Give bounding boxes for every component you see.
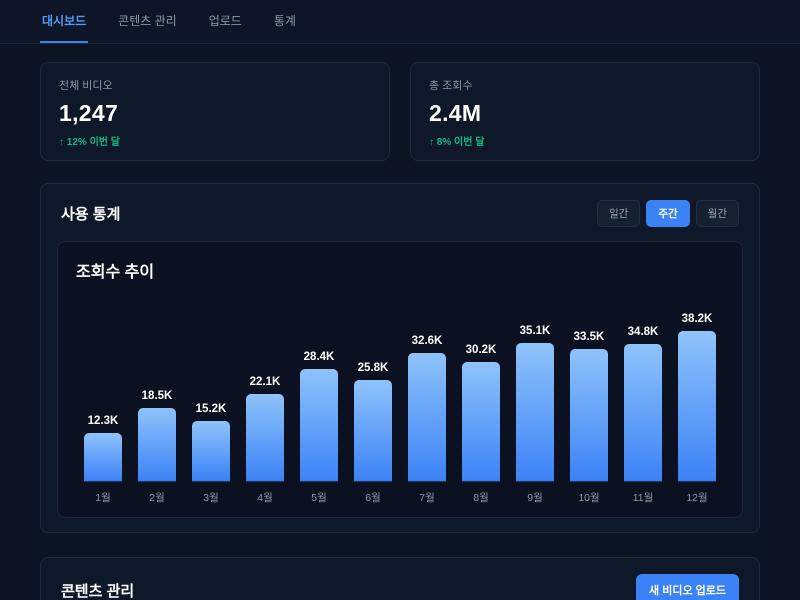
bar[interactable] [570, 349, 608, 481]
content-title: 콘텐츠 관리 [61, 582, 135, 600]
bar[interactable] [408, 353, 446, 481]
tab-statistics[interactable]: 통계 [272, 0, 298, 43]
bar-area: 38.2K [678, 296, 716, 482]
bar[interactable] [300, 369, 338, 481]
stat-card-total-videos: 전체 비디오 1,247 ↑ 12% 이번 달 [40, 62, 390, 161]
bar-column: 18.5K 2월 [130, 296, 184, 505]
bar[interactable] [678, 331, 716, 481]
bar-value-label: 25.8K [357, 362, 389, 374]
x-axis-label: 10월 [578, 492, 600, 504]
stat-delta: ↑ 8% 이번 달 [429, 137, 485, 148]
bar[interactable] [354, 380, 392, 481]
usage-header: 사용 통계 일간 주간 월간 [57, 200, 743, 241]
tab-content-management[interactable]: 콘텐츠 관리 [116, 0, 179, 43]
tab-dashboard[interactable]: 대시보드 [40, 0, 89, 43]
x-axis-label: 5월 [311, 492, 327, 504]
x-axis-label: 3월 [203, 492, 219, 504]
bar[interactable] [192, 421, 230, 481]
bar-value-label: 18.5K [141, 390, 173, 402]
bar-area: 25.8K [354, 296, 392, 482]
chart-title: 조회수 추이 [76, 264, 155, 281]
x-axis-label: 7월 [419, 492, 435, 504]
bar-column: 25.8K 6월 [346, 296, 400, 505]
bar-area: 15.2K [192, 296, 230, 482]
stat-delta: ↑ 12% 이번 달 [59, 137, 120, 148]
x-axis-label: 4월 [257, 492, 273, 504]
bar-area: 33.5K [570, 296, 608, 482]
page-body: 전체 비디오 1,247 ↑ 12% 이번 달 총 조회수 2.4M ↑ 8% … [0, 44, 800, 600]
bar[interactable] [516, 343, 554, 481]
bar-value-label: 22.1K [249, 376, 281, 388]
bar-column: 32.6K 7월 [400, 296, 454, 505]
new-video-upload-button[interactable]: 새 비디오 업로드 [636, 574, 739, 600]
bar-area: 22.1K [246, 296, 284, 482]
x-axis-label: 2월 [149, 492, 165, 504]
bar-area: 32.6K [408, 296, 446, 482]
content-header: 콘텐츠 관리 새 비디오 업로드 [57, 574, 743, 600]
bar-column: 28.4K 5월 [292, 296, 346, 505]
views-trend-chart-panel: 조회수 추이 12.3K 1월 18.5K 2월 15.2K 3월 22.1K 4월 28.4K… [57, 241, 743, 518]
range-toggle-group: 일간 주간 월간 [597, 200, 739, 227]
bar-value-label: 30.2K [465, 344, 497, 356]
bar-column: 34.8K 11월 [616, 296, 670, 505]
bar[interactable] [624, 344, 662, 481]
bar-column: 33.5K 10월 [562, 296, 616, 505]
bar-value-label: 28.4K [303, 351, 335, 363]
stat-label: 전체 비디오 [59, 80, 113, 92]
bar-column: 22.1K 4월 [238, 296, 292, 505]
stat-value: 1,247 [59, 100, 119, 126]
content-management-card: 콘텐츠 관리 새 비디오 업로드 비디오 파일을 드래그하거나 클릭하여 업로드… [40, 557, 760, 600]
bar[interactable] [462, 362, 500, 481]
range-button-daily[interactable]: 일간 [597, 200, 641, 227]
bar-column: 15.2K 3월 [184, 296, 238, 505]
bar-value-label: 15.2K [195, 403, 227, 415]
x-axis-label: 8월 [473, 492, 489, 504]
range-button-monthly[interactable]: 월간 [695, 200, 739, 227]
bar-value-label: 33.5K [573, 331, 605, 343]
bar-value-label: 12.3K [87, 415, 119, 427]
stat-value: 2.4M [429, 100, 482, 126]
top-nav: 대시보드 콘텐츠 관리 업로드 통계 [0, 0, 800, 44]
range-button-weekly[interactable]: 주간 [646, 200, 690, 227]
bar-column: 38.2K 12월 [670, 296, 724, 505]
bar-value-label: 38.2K [681, 313, 713, 325]
usage-stats-card: 사용 통계 일간 주간 월간 조회수 추이 12.3K 1월 18.5K 2월 15.2… [40, 183, 760, 533]
x-axis-label: 1월 [95, 492, 111, 504]
bar-area: 12.3K [84, 296, 122, 482]
bar-area: 28.4K [300, 296, 338, 482]
tab-upload[interactable]: 업로드 [207, 0, 244, 43]
bar-column: 30.2K 8월 [454, 296, 508, 505]
bar-column: 35.1K 9월 [508, 296, 562, 505]
bar-area: 35.1K [516, 296, 554, 482]
bar-value-label: 34.8K [627, 326, 659, 338]
usage-title: 사용 통계 [61, 206, 121, 223]
bar[interactable] [246, 394, 284, 481]
x-axis-label: 9월 [527, 492, 543, 504]
x-axis-label: 12월 [686, 492, 708, 504]
x-axis-label: 11월 [632, 492, 654, 504]
bar-value-label: 35.1K [519, 325, 551, 337]
bar-value-label: 32.6K [411, 335, 443, 347]
bar[interactable] [84, 433, 122, 481]
bar-column: 12.3K 1월 [76, 296, 130, 505]
stat-label: 총 조회수 [429, 80, 473, 92]
stats-row: 전체 비디오 1,247 ↑ 12% 이번 달 총 조회수 2.4M ↑ 8% … [40, 62, 760, 161]
stat-card-total-views: 총 조회수 2.4M ↑ 8% 이번 달 [410, 62, 760, 161]
bar-chart: 12.3K 1월 18.5K 2월 15.2K 3월 22.1K 4월 28.4K 5월 25.8K… [76, 296, 724, 505]
bar-area: 34.8K [624, 296, 662, 482]
bar-area: 18.5K [138, 296, 176, 482]
x-axis-label: 6월 [365, 492, 381, 504]
bar[interactable] [138, 408, 176, 481]
bar-area: 30.2K [462, 296, 500, 482]
